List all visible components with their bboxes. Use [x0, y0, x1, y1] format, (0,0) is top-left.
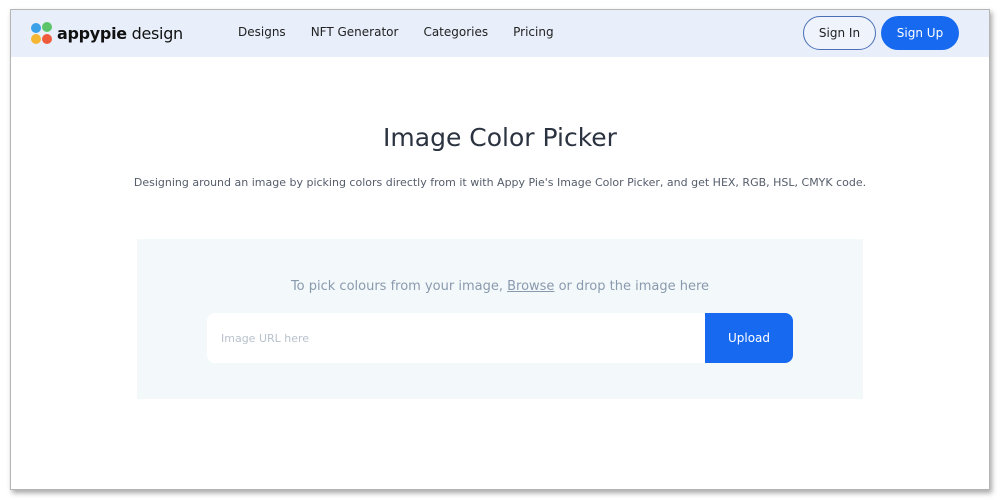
header: appypie design Designs NFT Generator Cat… — [11, 10, 989, 57]
logo[interactable]: appypie design — [31, 22, 183, 44]
logo-icon — [31, 22, 53, 44]
sign-up-button[interactable]: Sign Up — [881, 16, 959, 50]
upload-instructions: To pick colours from your image, Browse … — [290, 279, 710, 294]
logo-text: appypie design — [57, 23, 183, 43]
nav-pricing[interactable]: Pricing — [513, 25, 553, 39]
nav-designs[interactable]: Designs — [238, 25, 286, 39]
page-title: Image Color Picker — [383, 123, 617, 152]
upload-button[interactable]: Upload — [705, 313, 793, 363]
image-url-input[interactable] — [207, 313, 705, 363]
nav-categories[interactable]: Categories — [423, 25, 488, 39]
browse-link[interactable]: Browse — [507, 279, 554, 294]
sign-in-button[interactable]: Sign In — [803, 16, 876, 50]
nav-nft-generator[interactable]: NFT Generator — [311, 25, 399, 39]
upload-area[interactable]: To pick colours from your image, Browse … — [137, 239, 863, 399]
browser-window: appypie design Designs NFT Generator Cat… — [10, 9, 990, 490]
page-subtitle: Designing around an image by picking col… — [133, 176, 867, 189]
main-nav: Designs NFT Generator Categories Pricing — [238, 25, 554, 39]
